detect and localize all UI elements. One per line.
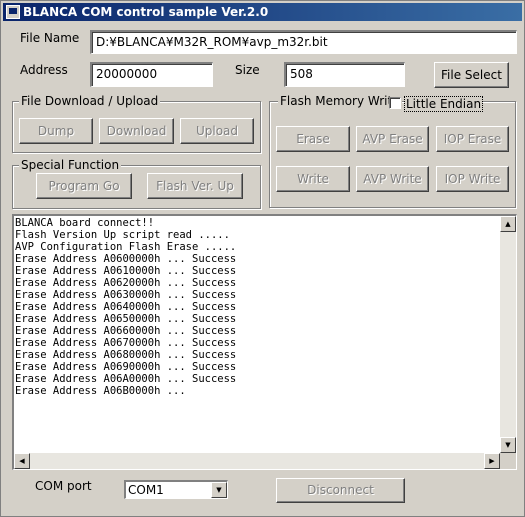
log-line: Flash Version Up script read ..... <box>15 229 230 241</box>
little-endian-label[interactable]: Little Endian <box>404 96 484 112</box>
com-port-label: COM port <box>35 479 92 493</box>
horizontal-scrollbar[interactable]: ◀ ▶ <box>14 453 500 469</box>
title-bar[interactable]: BLANCA COM control sample Ver.2.0 <box>3 3 522 21</box>
log-line: AVP Configuration Flash Erase ..... <box>15 241 237 253</box>
size-label: Size <box>235 63 260 77</box>
output-log[interactable]: BLANCA board connect!! Flash Version Up s… <box>12 214 517 470</box>
iop-erase-button[interactable]: IOP Erase <box>436 126 509 152</box>
window-title: BLANCA COM control sample Ver.2.0 <box>23 5 269 19</box>
log-line: Erase Address A0660000h ... Success <box>15 325 237 337</box>
program-go-button[interactable]: Program Go <box>36 173 132 199</box>
log-line: Erase Address A0630000h ... Success <box>15 289 237 301</box>
file-download-upload-title: File Download / Upload <box>19 94 161 108</box>
app-window: BLANCA COM control sample Ver.2.0 File N… <box>0 0 525 517</box>
log-line: Erase Address A0650000h ... Success <box>15 313 237 325</box>
file-select-button[interactable]: File Select <box>434 62 509 88</box>
flash-memory-write-title: Flash Memory Write <box>278 94 402 108</box>
com-port-value: COM1 <box>128 483 164 497</box>
flash-ver-up-button[interactable]: Flash Ver. Up <box>147 173 243 199</box>
address-label: Address <box>20 63 68 77</box>
address-input[interactable]: 20000000 <box>90 62 213 87</box>
log-line: BLANCA board connect!! <box>15 217 155 229</box>
disconnect-button[interactable]: Disconnect <box>276 478 405 503</box>
scroll-corner <box>500 453 516 469</box>
log-line: Erase Address A06B0000h ... <box>15 385 186 397</box>
avp-erase-button[interactable]: AVP Erase <box>356 126 429 152</box>
log-line: Erase Address A0640000h ... Success <box>15 301 237 313</box>
file-name-input[interactable]: D:¥BLANCA¥M32R_ROM¥avp_m32r.bit <box>90 30 517 54</box>
log-line: Erase Address A0680000h ... Success <box>15 349 237 361</box>
erase-button[interactable]: Erase <box>276 126 350 152</box>
special-function-title: Special Function <box>19 158 122 172</box>
file-name-label: File Name <box>20 31 80 45</box>
vertical-scrollbar[interactable]: ▲ ▼ <box>500 216 516 453</box>
write-button[interactable]: Write <box>276 166 350 192</box>
iop-write-button[interactable]: IOP Write <box>436 166 509 192</box>
dropdown-arrow-icon[interactable]: ▼ <box>211 482 227 498</box>
scroll-down-arrow-icon[interactable]: ▼ <box>500 437 516 453</box>
log-line: Erase Address A0690000h ... Success <box>15 361 237 373</box>
log-line: Erase Address A0610000h ... Success <box>15 265 237 277</box>
size-input[interactable]: 508 <box>284 62 405 87</box>
log-text: BLANCA board connect!! Flash Version Up s… <box>15 217 236 397</box>
app-window-icon[interactable] <box>6 5 20 19</box>
log-line: Erase Address A06A0000h ... Success <box>15 373 237 385</box>
avp-write-button[interactable]: AVP Write <box>356 166 429 192</box>
dump-button[interactable]: Dump <box>19 118 93 144</box>
download-button[interactable]: Download <box>99 118 174 144</box>
scroll-right-arrow-icon[interactable]: ▶ <box>484 453 500 469</box>
log-line: Erase Address A0670000h ... Success <box>15 337 237 349</box>
scroll-up-arrow-icon[interactable]: ▲ <box>500 216 516 232</box>
little-endian-checkbox[interactable] <box>389 97 401 109</box>
log-line: Erase Address A0600000h ... Success <box>15 253 237 265</box>
com-port-select[interactable]: COM1 ▼ <box>124 480 228 499</box>
upload-button[interactable]: Upload <box>180 118 254 144</box>
log-line: Erase Address A0620000h ... Success <box>15 277 237 289</box>
scroll-left-arrow-icon[interactable]: ◀ <box>14 453 30 469</box>
